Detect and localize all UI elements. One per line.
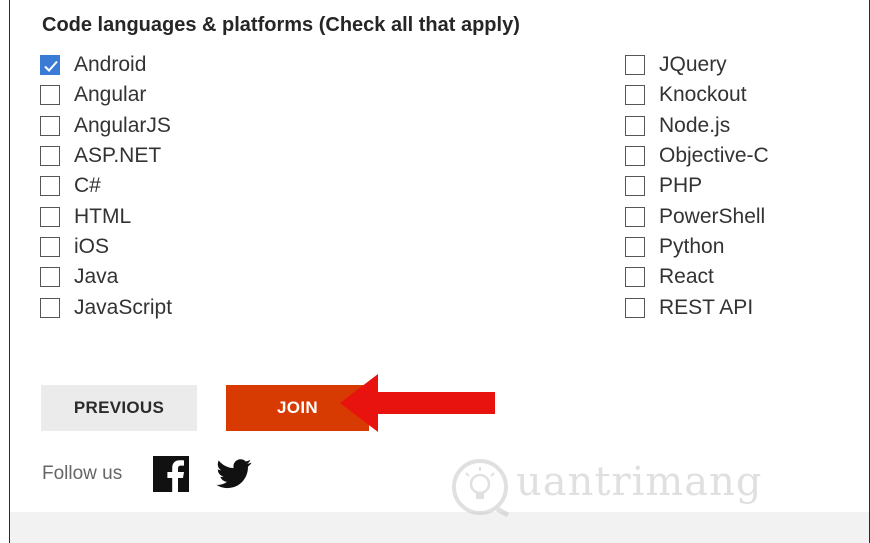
option-html[interactable]: HTML bbox=[40, 201, 172, 231]
option-aspnet[interactable]: ASP.NET bbox=[40, 141, 172, 171]
option-label: C# bbox=[74, 174, 101, 198]
section-title: Code languages & platforms (Check all th… bbox=[42, 14, 520, 36]
red-arrow-annotation bbox=[340, 374, 495, 432]
option-android[interactable]: Android bbox=[40, 50, 172, 80]
option-objective-c[interactable]: Objective-C bbox=[625, 141, 769, 171]
option-react[interactable]: React bbox=[625, 262, 769, 292]
option-powershell[interactable]: PowerShell bbox=[625, 201, 769, 231]
option-label: Python bbox=[659, 234, 725, 258]
facebook-icon[interactable] bbox=[153, 456, 189, 492]
option-angularjs[interactable]: AngularJS bbox=[40, 111, 172, 141]
checkbox-jquery[interactable] bbox=[625, 55, 645, 76]
checkbox-javascript[interactable] bbox=[40, 297, 60, 318]
previous-button[interactable]: PREVIOUS bbox=[41, 385, 197, 431]
follow-us-label: Follow us bbox=[42, 463, 123, 484]
checkbox-php[interactable] bbox=[625, 176, 645, 197]
option-label: AngularJS bbox=[74, 113, 171, 137]
option-label: HTML bbox=[74, 204, 132, 228]
option-rest-api[interactable]: REST API bbox=[625, 292, 769, 322]
checkbox-aspnet[interactable] bbox=[40, 146, 60, 167]
option-label: PHP bbox=[659, 174, 703, 198]
checkbox-python[interactable] bbox=[625, 236, 645, 257]
options-column-left: Android Angular AngularJS ASP.NET C# HTM… bbox=[40, 50, 172, 323]
checkbox-java[interactable] bbox=[40, 267, 60, 288]
option-label: Java bbox=[74, 265, 119, 289]
option-label: REST API bbox=[659, 295, 754, 319]
option-label: iOS bbox=[74, 234, 110, 258]
watermark-logo: uantrimang bbox=[450, 457, 770, 518]
twitter-icon[interactable] bbox=[216, 458, 252, 490]
checkbox-nodejs[interactable] bbox=[625, 115, 645, 136]
option-csharp[interactable]: C# bbox=[40, 171, 172, 201]
option-label: JQuery bbox=[659, 53, 727, 77]
option-java[interactable]: Java bbox=[40, 262, 172, 292]
options-column-right: JQuery Knockout Node.js Objective-C PHP … bbox=[625, 50, 769, 323]
checkbox-html[interactable] bbox=[40, 206, 60, 227]
checkbox-powershell[interactable] bbox=[625, 206, 645, 227]
option-ios[interactable]: iOS bbox=[40, 232, 172, 262]
option-label: ASP.NET bbox=[74, 144, 162, 168]
checkbox-angular[interactable] bbox=[40, 85, 60, 106]
option-label: Android bbox=[74, 53, 147, 77]
option-jquery[interactable]: JQuery bbox=[625, 50, 769, 80]
option-label: JavaScript bbox=[74, 295, 173, 319]
option-angular[interactable]: Angular bbox=[40, 80, 172, 110]
checkbox-csharp[interactable] bbox=[40, 176, 60, 197]
checkbox-android[interactable] bbox=[40, 55, 60, 76]
checkbox-ios[interactable] bbox=[40, 236, 60, 257]
option-php[interactable]: PHP bbox=[625, 171, 769, 201]
option-javascript[interactable]: JavaScript bbox=[40, 292, 172, 322]
watermark-text: uantrimang bbox=[516, 459, 763, 505]
option-label: Angular bbox=[74, 83, 147, 107]
option-label: Knockout bbox=[659, 83, 747, 107]
checkbox-react[interactable] bbox=[625, 267, 645, 288]
checkbox-knockout[interactable] bbox=[625, 85, 645, 106]
checkbox-angularjs[interactable] bbox=[40, 115, 60, 136]
checkbox-objective-c[interactable] bbox=[625, 146, 645, 167]
option-label: Objective-C bbox=[659, 144, 769, 168]
option-label: Node.js bbox=[659, 113, 731, 137]
option-label: PowerShell bbox=[659, 204, 766, 228]
option-knockout[interactable]: Knockout bbox=[625, 80, 769, 110]
option-label: React bbox=[659, 265, 714, 289]
option-nodejs[interactable]: Node.js bbox=[625, 111, 769, 141]
option-python[interactable]: Python bbox=[625, 232, 769, 262]
lightbulb-watermark-icon bbox=[452, 459, 510, 518]
checkbox-rest-api[interactable] bbox=[625, 297, 645, 318]
checkmark-icon bbox=[44, 60, 58, 73]
